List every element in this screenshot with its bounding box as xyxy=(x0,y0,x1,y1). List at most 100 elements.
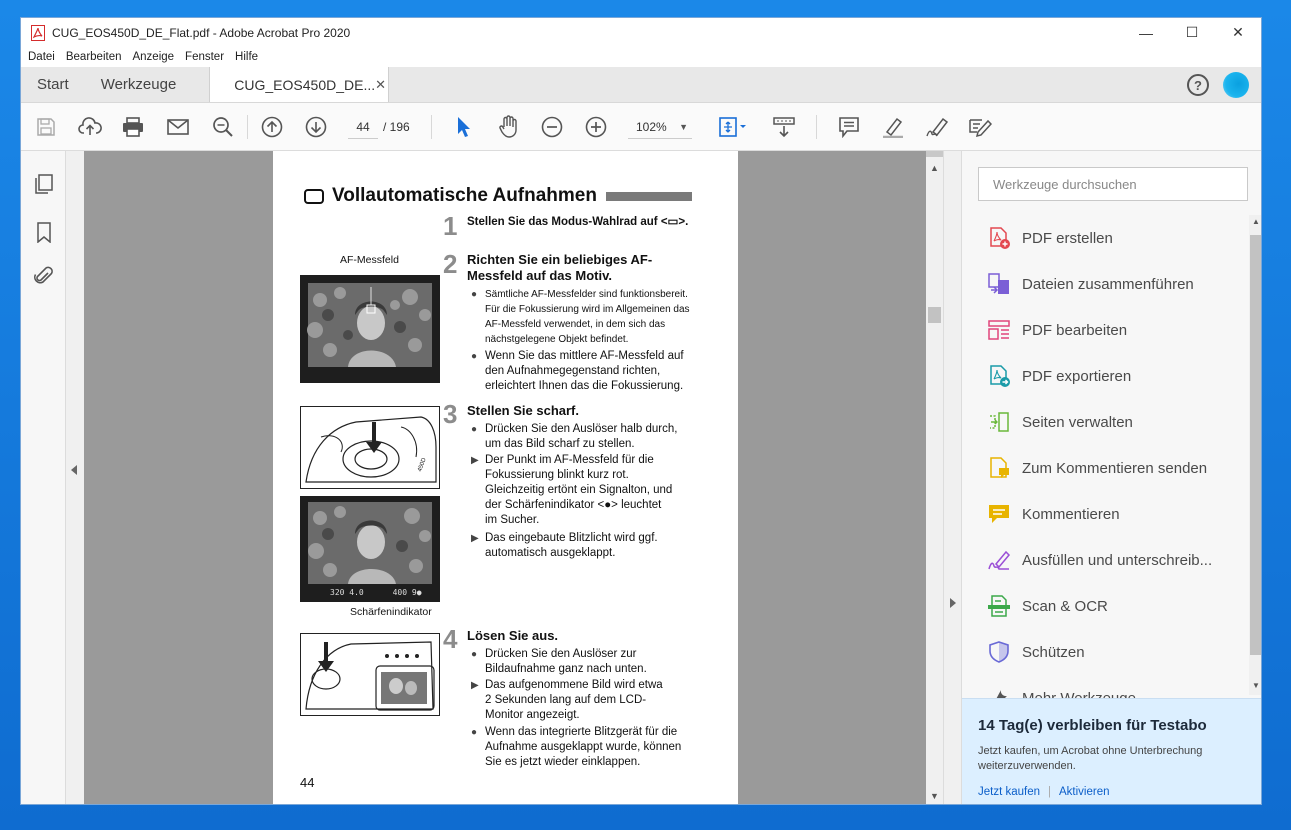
zoom-in-icon[interactable] xyxy=(583,103,609,151)
arrow-marker-icon: ▶ xyxy=(471,533,479,544)
cloud-upload-icon[interactable] xyxy=(77,103,103,151)
menu-hilfe[interactable]: Hilfe xyxy=(235,51,258,63)
tools-search-input[interactable]: Werkzeuge durchsuchen xyxy=(978,167,1248,201)
tool-comment[interactable]: Kommentieren xyxy=(986,499,1120,529)
photo-viewfinder: 320 4.0 400 9● xyxy=(300,496,440,602)
tool-more-tools[interactable]: Mehr Werkzeuge xyxy=(986,683,1136,698)
tools-panel-scrollbar[interactable]: ▲ ▼ xyxy=(1249,215,1261,695)
tool-more-tools-label: Mehr Werkzeuge xyxy=(1022,689,1136,699)
scrollbar-thumb[interactable] xyxy=(928,307,941,323)
tool-protect[interactable]: Schützen xyxy=(986,637,1085,667)
save-icon[interactable] xyxy=(33,103,59,151)
title-bar: CUG_EOS450D_DE_Flat.pdf - Adobe Acrobat … xyxy=(21,18,1261,47)
edit-form-icon[interactable] xyxy=(967,103,993,151)
tools-scroll-up-icon[interactable]: ▲ xyxy=(1252,217,1260,226)
tool-organize-pages[interactable]: Seiten verwalten xyxy=(986,407,1133,437)
more-tools-clip: Mehr Werkzeuge xyxy=(962,671,1250,698)
scroll-up-icon[interactable]: ▲ xyxy=(930,163,939,173)
pdf-create-icon xyxy=(986,225,1012,251)
tool-scan-ocr[interactable]: Scan & OCR xyxy=(986,591,1108,621)
left-navigation-panel xyxy=(21,151,66,804)
right-panel-toggle-strip xyxy=(943,151,961,804)
zoom-level-select[interactable]: 102% ▼ xyxy=(628,115,692,139)
scroll-mode-icon[interactable] xyxy=(771,103,797,151)
step-2-title-line1: Richten Sie ein beliebiges AF- xyxy=(467,252,653,267)
comment-icon[interactable] xyxy=(836,103,862,151)
zoom-out-icon[interactable] xyxy=(539,103,565,151)
tab-close-icon[interactable]: ✕ xyxy=(375,77,386,93)
menu-datei[interactable]: Datei xyxy=(28,51,55,63)
previous-page-icon[interactable] xyxy=(259,103,285,151)
close-window-button[interactable]: ✕ xyxy=(1215,18,1261,47)
page-number-input[interactable]: 44 xyxy=(348,115,378,139)
menu-bearbeiten[interactable]: Bearbeiten xyxy=(66,51,122,63)
collapse-left-panel-icon[interactable] xyxy=(69,463,79,477)
menu-fenster[interactable]: Fenster xyxy=(185,51,224,63)
focus-indicator-caption: Schärfenindikator xyxy=(350,606,432,618)
scrollbar-top-thumb[interactable] xyxy=(926,151,943,157)
arrow-marker-icon: ▶ xyxy=(471,680,479,691)
protect-icon xyxy=(986,639,1012,665)
tool-pdf-create-label: PDF erstellen xyxy=(1022,229,1113,247)
auto-mode-icon xyxy=(304,188,324,204)
tool-pdf-edit-label: PDF bearbeiten xyxy=(1022,321,1128,339)
step-4-number: 4 xyxy=(443,624,458,654)
highlight-icon[interactable] xyxy=(880,103,906,151)
trial-banner: 14 Tag(e) verbleiben für Testabo Jetzt k… xyxy=(962,698,1261,804)
step-4-bullet-2: ▶ Das aufgenommene Bild wird etwa 2 Seku… xyxy=(471,679,663,721)
pdf-page: Vollautomatische Aufnahmen 1 Stellen Sie… xyxy=(273,151,738,804)
tool-organize-pages-label: Seiten verwalten xyxy=(1022,413,1133,431)
minimize-button[interactable]: — xyxy=(1123,18,1169,47)
step-3-bullet-3: ▶ Das eingebaute Blitzlicht wird ggf. au… xyxy=(471,532,658,559)
collapse-right-panel-icon[interactable] xyxy=(948,596,958,615)
tool-pdf-export[interactable]: PDF exportieren xyxy=(986,361,1131,391)
tool-combine-files[interactable]: Dateien zusammenführen xyxy=(986,269,1194,299)
step-2-bullet-2: ● Wenn Sie das mittlere AF-Messfeld auf … xyxy=(471,350,684,392)
print-icon[interactable] xyxy=(120,103,146,151)
tab-werkzeuge[interactable]: Werkzeuge xyxy=(85,67,193,102)
sign-icon[interactable] xyxy=(924,103,950,151)
bookmark-icon[interactable] xyxy=(33,221,55,244)
scroll-down-icon[interactable]: ▼ xyxy=(930,791,939,801)
tool-pdf-create[interactable]: PDF erstellen xyxy=(986,223,1113,253)
arrow-marker-icon: ▶ xyxy=(471,455,479,466)
help-icon[interactable]: ? xyxy=(1187,74,1209,96)
tools-scroll-down-icon[interactable]: ▼ xyxy=(1252,681,1260,690)
step-3-bullet-2: ▶ Der Punkt im AF-Messfeld für die Fokus… xyxy=(471,454,673,526)
tab-start[interactable]: Start xyxy=(21,67,85,102)
pdf-edit-icon xyxy=(986,317,1012,343)
svg-text:450D: 450D xyxy=(417,457,428,473)
page-thumbnails-icon[interactable] xyxy=(33,173,55,195)
hand-tool-icon[interactable] xyxy=(496,103,522,151)
photo-af-field xyxy=(300,275,440,383)
illustration-half-press: 450D xyxy=(300,406,440,489)
maximize-button[interactable]: ☐ xyxy=(1169,18,1215,47)
tool-send-for-comments[interactable]: Zum Kommentieren senden xyxy=(986,453,1207,483)
page-total-label: / 196 xyxy=(383,120,410,134)
fit-page-icon[interactable] xyxy=(715,103,751,151)
step-1-text: Stellen Sie das Modus-Wahlrad auf <▭>. xyxy=(467,216,689,228)
account-avatar[interactable] xyxy=(1223,72,1249,98)
step-1-number: 1 xyxy=(443,211,458,241)
heading-bar xyxy=(606,192,692,201)
document-scrollbar[interactable]: ▲ ▼ xyxy=(926,151,943,804)
main-toolbar: 44 / 196 102% ▼ xyxy=(21,103,1261,151)
tool-fill-sign[interactable]: Ausfüllen und unterschreib... xyxy=(986,545,1212,575)
search-zoom-icon[interactable] xyxy=(210,103,236,151)
attachment-icon[interactable] xyxy=(33,265,55,287)
document-viewer[interactable]: Vollautomatische Aufnahmen 1 Stellen Sie… xyxy=(84,151,926,804)
mail-icon[interactable] xyxy=(165,103,191,151)
tool-protect-label: Schützen xyxy=(1022,643,1085,661)
select-cursor-icon[interactable] xyxy=(452,103,476,151)
next-page-icon[interactable] xyxy=(303,103,329,151)
tools-scrollbar-thumb[interactable] xyxy=(1250,235,1261,655)
step-4-title: Lösen Sie aus. xyxy=(467,628,559,643)
document-heading: Vollautomatische Aufnahmen xyxy=(304,185,597,207)
menu-anzeige[interactable]: Anzeige xyxy=(132,51,174,63)
activate-link[interactable]: Aktivieren xyxy=(1059,786,1110,798)
tool-pdf-edit[interactable]: PDF bearbeiten xyxy=(986,315,1127,345)
tab-document[interactable]: CUG_EOS450D_DE... ✕ xyxy=(209,67,390,102)
buy-now-link[interactable]: Jetzt kaufen xyxy=(978,786,1040,798)
tool-combine-files-label: Dateien zusammenführen xyxy=(1022,275,1194,293)
combine-files-icon xyxy=(986,271,1012,297)
